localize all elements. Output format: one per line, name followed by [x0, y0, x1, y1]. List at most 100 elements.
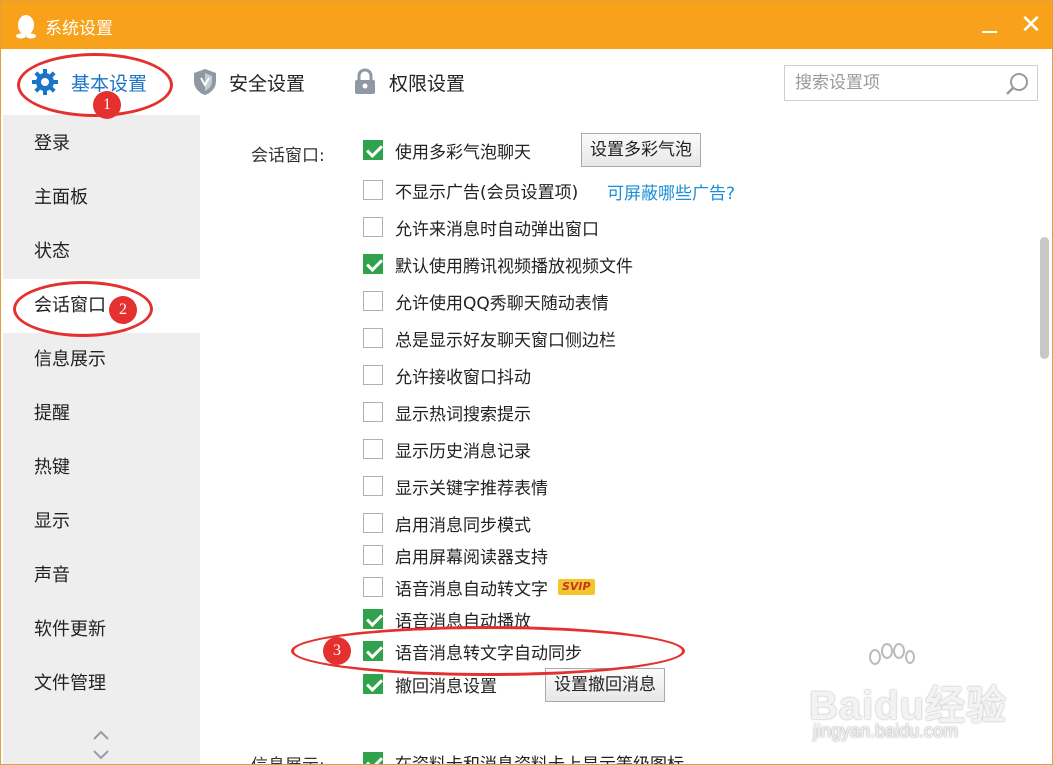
option-label: 默认使用腾讯视频播放视频文件 — [395, 256, 633, 277]
lock-icon — [355, 68, 375, 94]
option-colorful-bubbles[interactable]: 使用多彩气泡聊天 — [363, 137, 531, 163]
option-label: 允许使用QQ秀聊天随动表情 — [395, 293, 609, 314]
section-label-info-display: 信息展示: — [251, 751, 325, 764]
option-label: 允许来消息时自动弹出窗口 — [395, 219, 599, 240]
option-label: 启用屏幕阅读器支持 — [395, 547, 548, 568]
option-tencent-video[interactable]: 默认使用腾讯视频播放视频文件 — [363, 251, 633, 277]
checkbox[interactable] — [363, 577, 383, 597]
annotation-number-3: 3 — [323, 637, 351, 665]
sidebar-item-main-panel[interactable]: 主面板 — [3, 171, 200, 225]
checkbox[interactable] — [363, 291, 383, 311]
sidebar-item-login[interactable]: 登录 — [3, 117, 200, 171]
shield-icon — [194, 69, 216, 95]
sidebar-item-status[interactable]: 状态 — [3, 225, 200, 279]
search-box[interactable] — [784, 65, 1038, 101]
search-icon[interactable] — [1005, 71, 1031, 97]
close-button[interactable]: ✕ — [1017, 11, 1045, 39]
checkbox[interactable] — [363, 752, 383, 764]
watermark-url: jingyan.baidu.com — [813, 721, 959, 741]
option-auto-popup[interactable]: 允许来消息时自动弹出窗口 — [363, 214, 599, 240]
sidebar-item-label: 提醒 — [34, 403, 70, 424]
tab-permission-label: 权限设置 — [389, 72, 466, 95]
annotation-number-1: 1 — [93, 91, 121, 119]
option-label: 语音消息自动转文字 — [395, 579, 548, 600]
option-voice-autoplay[interactable]: 语音消息自动播放 — [363, 606, 531, 632]
option-qqshow-emoji[interactable]: 允许使用QQ秀聊天随动表情 — [363, 288, 609, 314]
sidebar-item-label: 热键 — [34, 457, 70, 478]
search-input[interactable] — [795, 71, 1000, 95]
sidebar-item-sound[interactable]: 声音 — [3, 549, 200, 603]
sidebar-item-label: 信息展示 — [34, 349, 106, 370]
set-recall-button[interactable]: 设置撤回消息 — [545, 668, 665, 702]
sidebar-item-label: 会话窗口 — [34, 295, 106, 316]
option-label: 显示热词搜索提示 — [395, 404, 531, 425]
sidebar-item-info-display[interactable]: 信息展示 — [3, 333, 200, 387]
option-history[interactable]: 显示历史消息记录 — [363, 436, 531, 462]
checkbox[interactable] — [363, 140, 383, 160]
tab-basic-settings[interactable]: 基本设置 — [31, 61, 147, 103]
option-label: 不显示广告(会员设置项) — [395, 182, 579, 203]
option-recall-settings[interactable]: 撤回消息设置 — [363, 671, 497, 697]
tab-security-label: 安全设置 — [229, 72, 306, 95]
title-bar[interactable]: 系统设置 ✕ — [1, 1, 1052, 49]
qq-penguin-icon — [16, 15, 36, 39]
option-keyword-emoji[interactable]: 显示关键字推荐表情 — [363, 473, 548, 499]
option-hot-search[interactable]: 显示热词搜索提示 — [363, 399, 531, 425]
checkbox[interactable] — [363, 402, 383, 422]
sidebar-item-display[interactable]: 显示 — [3, 495, 200, 549]
sidebar-item-label: 状态 — [34, 241, 70, 262]
option-window-shake[interactable]: 允许接收窗口抖动 — [363, 362, 531, 388]
sidebar-item-label: 显示 — [34, 511, 70, 532]
tab-permission-settings[interactable]: 权限设置 — [353, 61, 465, 103]
sidebar-item-file-management[interactable]: 文件管理 — [3, 657, 200, 711]
window-title: 系统设置 — [45, 19, 113, 39]
option-label: 允许接收窗口抖动 — [395, 367, 531, 388]
checkbox[interactable] — [363, 254, 383, 274]
ad-help-link[interactable]: 可屏蔽哪些广告? — [607, 179, 735, 204]
option-screen-reader[interactable]: 启用屏幕阅读器支持 — [363, 542, 548, 568]
sidebar-item-label: 主面板 — [34, 187, 88, 208]
checkbox[interactable] — [363, 513, 383, 533]
sidebar-item-chat-window[interactable]: 会话窗口 — [3, 279, 200, 333]
option-level-icon[interactable]: 在资料卡和消息资料卡上显示等级图标 — [363, 749, 684, 765]
sidebar-item-label: 登录 — [34, 133, 70, 154]
scroll-chevrons-icon[interactable] — [91, 727, 111, 763]
checkbox[interactable] — [363, 674, 383, 694]
option-label: 语音消息转文字自动同步 — [395, 643, 582, 664]
option-label: 显示关键字推荐表情 — [395, 478, 548, 499]
checkbox[interactable] — [363, 609, 383, 629]
sidebar-item-software-update[interactable]: 软件更新 — [3, 603, 200, 657]
option-message-sync[interactable]: 启用消息同步模式 — [363, 510, 531, 536]
checkbox[interactable] — [363, 365, 383, 385]
option-show-sidebar[interactable]: 总是显示好友聊天窗口侧边栏 — [363, 325, 616, 351]
content-scrollbar[interactable] — [1035, 115, 1052, 764]
option-voice-to-text[interactable]: 语音消息自动转文字 SVIP — [363, 574, 595, 600]
set-bubble-button[interactable]: 设置多彩气泡 — [581, 133, 701, 167]
sidebar: 登录 主面板 状态 会话窗口 信息展示 提醒 热键 显示 声音 软件更新 文件管… — [3, 115, 200, 764]
minimize-button[interactable] — [975, 11, 1003, 39]
checkbox[interactable] — [363, 476, 383, 496]
option-voice-text-sync[interactable]: 语音消息转文字自动同步 — [363, 638, 582, 664]
option-label: 在资料卡和消息资料卡上显示等级图标 — [395, 754, 684, 765]
annotation-number-2: 2 — [109, 296, 137, 324]
settings-window: 系统设置 ✕ 基本设置 安全设置 权限设置 搜索设置项 登录 主面板 状态 会话… — [0, 0, 1053, 765]
checkbox[interactable] — [363, 545, 383, 565]
checkbox[interactable] — [363, 641, 383, 661]
tab-security-settings[interactable]: 安全设置 — [193, 61, 305, 103]
sidebar-item-label: 文件管理 — [34, 673, 106, 694]
scroll-thumb[interactable] — [1040, 237, 1049, 359]
sidebar-item-label: 声音 — [34, 565, 70, 586]
checkbox[interactable] — [363, 439, 383, 459]
option-label: 撤回消息设置 — [395, 676, 497, 697]
checkbox[interactable] — [363, 217, 383, 237]
sidebar-item-reminder[interactable]: 提醒 — [3, 387, 200, 441]
option-label: 显示历史消息记录 — [395, 441, 531, 462]
option-label: 语音消息自动播放 — [395, 611, 531, 632]
option-label: 使用多彩气泡聊天 — [395, 142, 531, 163]
gear-icon — [32, 69, 58, 95]
checkbox[interactable] — [363, 328, 383, 348]
option-label: 总是显示好友聊天窗口侧边栏 — [395, 330, 616, 351]
sidebar-item-hotkeys[interactable]: 热键 — [3, 441, 200, 495]
option-hide-ads[interactable]: 不显示广告(会员设置项) — [363, 177, 578, 203]
checkbox[interactable] — [363, 180, 383, 200]
